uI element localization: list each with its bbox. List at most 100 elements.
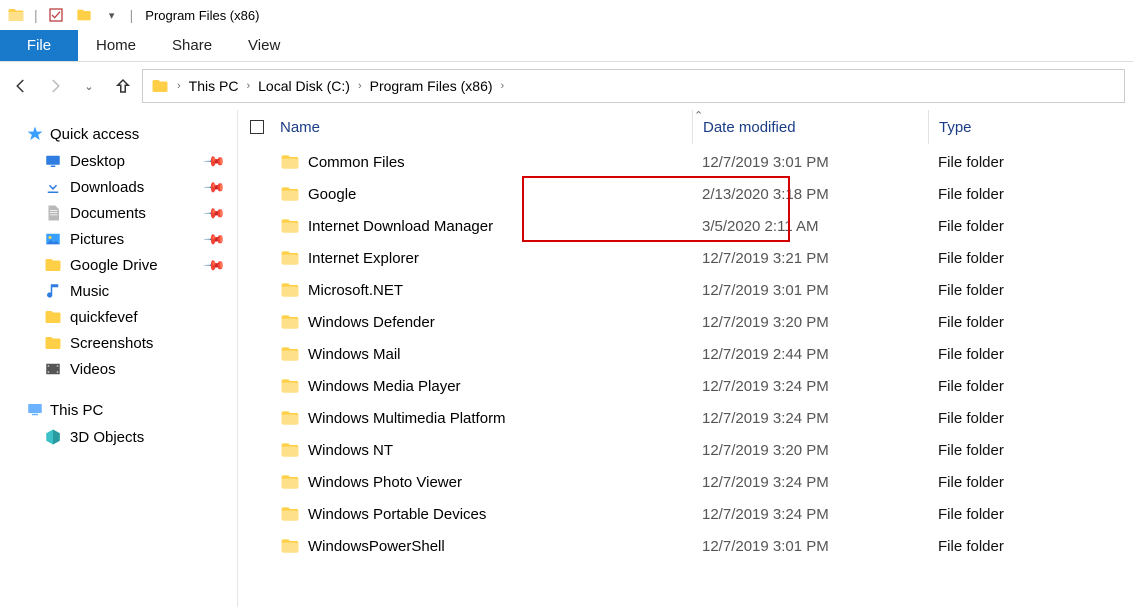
address-bar[interactable]: › This PC › Local Disk (C:) › Program Fi…: [142, 69, 1125, 103]
file-type: File folder: [928, 410, 1133, 427]
file-name: Internet Explorer: [308, 250, 419, 267]
nav-back-icon[interactable]: [12, 77, 30, 95]
sidebar-item-documents[interactable]: Documents 📌: [0, 200, 237, 226]
sidebar-item-videos[interactable]: Videos: [0, 356, 237, 382]
titlebar-separator: |: [34, 7, 38, 23]
pictures-icon: [44, 230, 62, 248]
file-type: File folder: [928, 538, 1133, 555]
file-name: Windows Multimedia Platform: [308, 410, 506, 427]
titlebar-separator: |: [130, 7, 134, 23]
tab-share[interactable]: Share: [154, 30, 230, 61]
sidebar-item-label: quickfevef: [70, 309, 138, 326]
sidebar-item-label: 3D Objects: [70, 429, 144, 446]
table-row[interactable]: Windows Media Player 12/7/2019 3:24 PMFil…: [238, 370, 1133, 402]
select-all-checkbox[interactable]: [250, 120, 264, 134]
file-date: 2/13/2020 3:18 PM: [692, 186, 928, 203]
table-row[interactable]: Windows NT12/7/2019 3:20 PMFile folder: [238, 434, 1133, 466]
folder-small-icon[interactable]: [74, 5, 94, 25]
sidebar-item-quickfevef[interactable]: quickfevef: [0, 304, 237, 330]
sidebar-item-pictures[interactable]: Pictures 📌: [0, 226, 237, 252]
breadcrumb[interactable]: Local Disk (C:): [258, 78, 350, 94]
tab-home[interactable]: Home: [78, 30, 154, 61]
breadcrumb[interactable]: This PC: [189, 78, 239, 94]
breadcrumb[interactable]: Program Files (x86): [370, 78, 493, 94]
folder-icon: [44, 308, 62, 326]
sidebar-this-pc[interactable]: This PC: [0, 396, 237, 424]
sidebar-item-label: Videos: [70, 361, 116, 378]
table-row[interactable]: Google2/13/2020 3:18 PMFile folder: [238, 178, 1133, 210]
table-row[interactable]: Common Files12/7/2019 3:01 PMFile folder: [238, 146, 1133, 178]
nav-up-icon[interactable]: [114, 77, 132, 95]
column-header-date[interactable]: Date modified: [692, 110, 928, 144]
column-header-name[interactable]: Name: [280, 119, 692, 136]
file-name: Windows Media Player: [308, 378, 461, 395]
chevron-right-icon[interactable]: ›: [356, 80, 364, 92]
nav-recent-dropdown-icon[interactable]: ⌄: [80, 80, 98, 93]
file-type: File folder: [928, 474, 1133, 491]
documents-icon: [44, 204, 62, 222]
file-name: Internet Download Manager: [308, 218, 493, 235]
qat-dropdown-icon[interactable]: ▾: [102, 5, 122, 25]
sidebar-item-label: Downloads: [70, 179, 144, 196]
nav-row: ⌄ › This PC › Local Disk (C:) › Program …: [0, 62, 1133, 110]
pin-icon: 📌: [202, 253, 226, 277]
sidebar: Quick access Desktop 📌 Downloads 📌 Docum…: [0, 110, 238, 607]
videos-icon: [44, 360, 62, 378]
table-row[interactable]: WindowsPowerShell12/7/2019 3:01 PMFile f…: [238, 530, 1133, 562]
column-headers: Name Date modified Type: [238, 110, 1133, 144]
table-row[interactable]: Windows Multimedia Platform 12/7/2019 3:2…: [238, 402, 1133, 434]
tab-view[interactable]: View: [230, 30, 298, 61]
chevron-right-icon[interactable]: ›: [175, 80, 183, 92]
file-name: Microsoft.NET: [308, 282, 403, 299]
sidebar-item-downloads[interactable]: Downloads 📌: [0, 174, 237, 200]
file-type: File folder: [928, 250, 1133, 267]
sidebar-item-screenshots[interactable]: Screenshots: [0, 330, 237, 356]
file-date: 12/7/2019 3:01 PM: [692, 282, 928, 299]
file-date: 12/7/2019 3:24 PM: [692, 378, 928, 395]
sidebar-item-google-drive[interactable]: Google Drive 📌: [0, 252, 237, 278]
file-date: 12/7/2019 3:20 PM: [692, 442, 928, 459]
sidebar-item-label: Desktop: [70, 153, 125, 170]
sidebar-item-label: Documents: [70, 205, 146, 222]
table-row[interactable]: Internet Download Manager 3/5/2020 2:11 A…: [238, 210, 1133, 242]
table-row[interactable]: Microsoft.NET 12/7/2019 3:01 PMFile folde…: [238, 274, 1133, 306]
file-name: WindowsPowerShell: [308, 538, 445, 555]
folder-icon: [280, 472, 300, 492]
file-date: 12/7/2019 2:44 PM: [692, 346, 928, 363]
folder-icon: [280, 344, 300, 364]
sidebar-item-label: This PC: [50, 402, 103, 419]
checkbox-icon[interactable]: [46, 5, 66, 25]
nav-buttons: ⌄: [12, 77, 132, 95]
pin-icon: 📌: [202, 227, 226, 251]
table-row[interactable]: Windows Portable Devices12/7/2019 3:24 P…: [238, 498, 1133, 530]
tab-file[interactable]: File: [0, 30, 78, 61]
pin-icon: 📌: [202, 149, 226, 173]
music-icon: [44, 282, 62, 300]
table-row[interactable]: Windows Defender12/7/2019 3:20 PMFile fo…: [238, 306, 1133, 338]
sidebar-quick-access[interactable]: Quick access: [0, 120, 237, 148]
file-date: 12/7/2019 3:01 PM: [692, 154, 928, 171]
sidebar-item-music[interactable]: Music: [0, 278, 237, 304]
folder-icon: [6, 5, 26, 25]
folder-icon: [280, 504, 300, 524]
file-date: 3/5/2020 2:11 AM: [692, 218, 928, 235]
file-type: File folder: [928, 346, 1133, 363]
table-row[interactable]: Windows Mail12/7/2019 2:44 PMFile folder: [238, 338, 1133, 370]
file-type: File folder: [928, 218, 1133, 235]
file-type: File folder: [928, 282, 1133, 299]
pc-icon: [26, 401, 44, 419]
column-header-type[interactable]: Type: [928, 110, 1133, 144]
sidebar-item-label: Quick access: [50, 126, 139, 143]
sidebar-item-3d-objects[interactable]: 3D Objects: [0, 424, 237, 450]
chevron-right-icon[interactable]: ›: [244, 80, 252, 92]
file-type: File folder: [928, 378, 1133, 395]
sidebar-item-label: Google Drive: [70, 257, 158, 274]
chevron-right-icon[interactable]: ›: [499, 80, 507, 92]
table-row[interactable]: Internet Explorer12/7/2019 3:21 PMFile f…: [238, 242, 1133, 274]
sidebar-item-desktop[interactable]: Desktop 📌: [0, 148, 237, 174]
file-date: 12/7/2019 3:20 PM: [692, 314, 928, 331]
titlebar: | ▾ | Program Files (x86): [0, 0, 1133, 30]
table-row[interactable]: Windows Photo Viewer12/7/2019 3:24 PMFil…: [238, 466, 1133, 498]
file-name: Google: [308, 186, 356, 203]
file-date: 12/7/2019 3:24 PM: [692, 410, 928, 427]
